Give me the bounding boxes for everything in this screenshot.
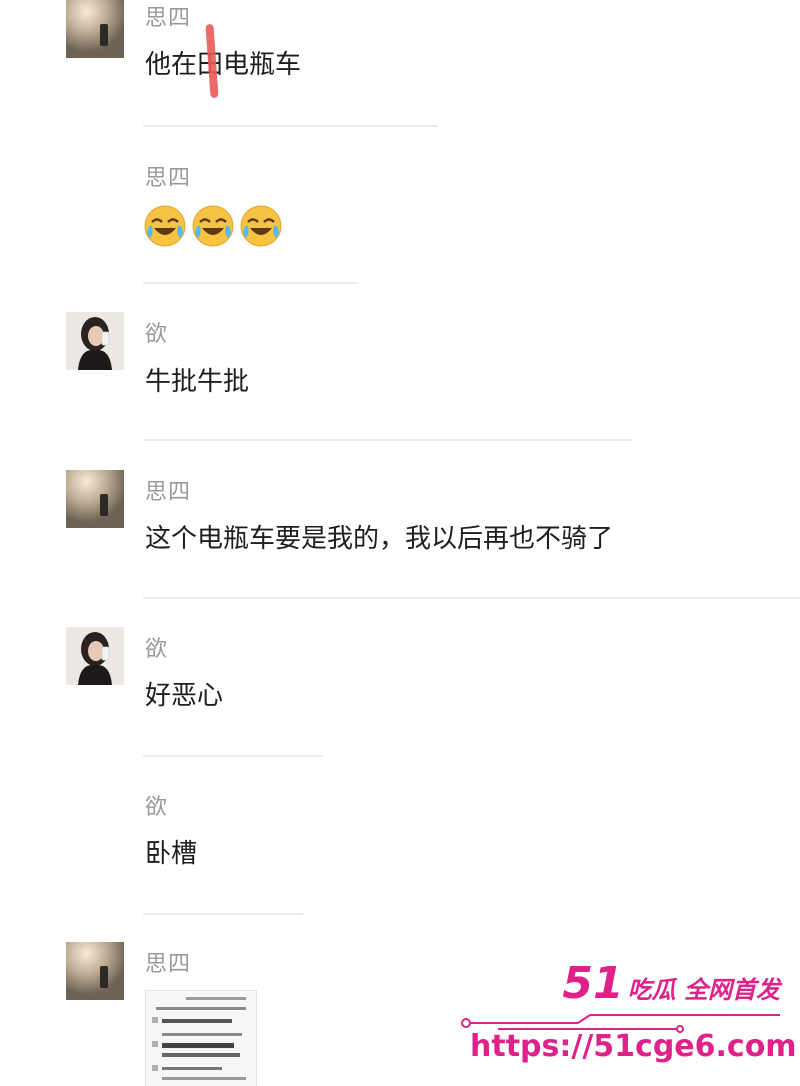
avatar[interactable] bbox=[66, 942, 124, 1000]
crying-laughing-emoji-icon bbox=[192, 205, 234, 247]
divider bbox=[143, 913, 303, 915]
chat-message: 欲 牛批牛批 bbox=[0, 312, 800, 447]
avatar[interactable] bbox=[66, 627, 124, 685]
sender-name: 思四 bbox=[145, 952, 192, 977]
crying-laughing-emoji-icon bbox=[144, 205, 186, 247]
watermark-brand: 51 吃瓜 全网首发 bbox=[562, 962, 780, 1006]
divider bbox=[143, 282, 358, 284]
sender-name: 思四 bbox=[145, 480, 192, 505]
image-thumbnail-icon bbox=[146, 991, 256, 1086]
chat-message: 思四 这个电瓶车要是我的，我以后再也不骑了 bbox=[0, 470, 800, 605]
divider bbox=[143, 755, 323, 757]
avatar-portrait-icon bbox=[66, 312, 124, 370]
divider bbox=[143, 125, 438, 127]
chat-message: 思四 他在田电瓶车 bbox=[0, 0, 800, 130]
avatar[interactable] bbox=[66, 312, 124, 370]
watermark-url: https://51cge6.com bbox=[470, 1029, 797, 1064]
avatar-room-photo-icon bbox=[66, 470, 124, 528]
emoji-row bbox=[143, 204, 283, 248]
message-text: 好恶心 bbox=[145, 681, 224, 711]
crying-laughing-emoji-icon bbox=[240, 205, 282, 247]
message-text: 这个电瓶车要是我的，我以后再也不骑了 bbox=[145, 524, 614, 554]
divider bbox=[143, 597, 800, 599]
chat-message: 欲 好恶心 bbox=[0, 627, 800, 762]
sender-name: 思四 bbox=[145, 166, 192, 191]
avatar[interactable] bbox=[66, 0, 124, 58]
watermark-number: 51 bbox=[562, 958, 624, 1009]
sender-name: 欲 bbox=[145, 322, 169, 347]
message-text: 他在田电瓶车 bbox=[145, 50, 302, 80]
watermark: 51 吃瓜 全网首发 https://51cge6.com bbox=[458, 962, 797, 1072]
avatar-room-photo-icon bbox=[66, 0, 124, 58]
sender-name: 欲 bbox=[145, 795, 169, 820]
message-text: 牛批牛批 bbox=[145, 367, 250, 397]
chat-screenshot: 思四 他在田电瓶车 思四 欲 牛批牛批 思四 这个电瓶车要是我的，我以后再也不骑… bbox=[0, 0, 800, 1086]
avatar[interactable] bbox=[66, 470, 124, 528]
chat-message: 欲 卧槽 bbox=[0, 785, 800, 920]
sender-name: 欲 bbox=[145, 637, 169, 662]
divider bbox=[143, 439, 633, 441]
avatar-room-photo-icon bbox=[66, 942, 124, 1000]
avatar-portrait-icon bbox=[66, 627, 124, 685]
sender-name: 思四 bbox=[145, 6, 192, 31]
watermark-tagline: 吃瓜 全网首发 bbox=[627, 976, 780, 1004]
message-text: 卧槽 bbox=[145, 839, 198, 869]
image-attachment[interactable] bbox=[145, 990, 257, 1086]
chat-message: 思四 bbox=[0, 150, 800, 290]
